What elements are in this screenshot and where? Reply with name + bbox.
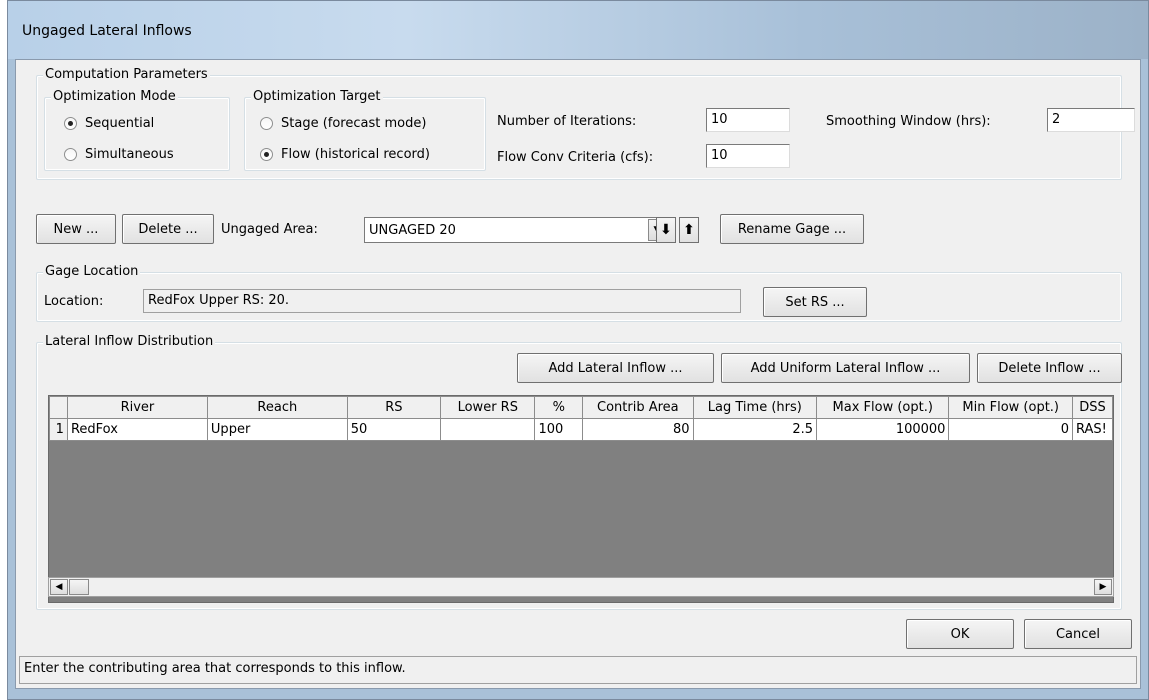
table-header-row: River Reach RS Lower RS % Contrib Area L… [49,396,1113,419]
table-cell[interactable]: Upper [206,418,348,441]
radio-stage-label: Stage (forecast mode) [281,116,427,131]
dialog-window: Ungaged Lateral Inflows Computation Para… [7,0,1149,700]
smoothing-input[interactable]: 2 [1047,108,1135,132]
radio-simultaneous[interactable]: Simultaneous [64,147,174,162]
table-cell[interactable]: 50 [346,418,442,441]
delete-button[interactable]: Delete ... [122,214,214,244]
column-header[interactable]: Max Flow (opt.) [816,396,950,419]
table-cell[interactable]: 2.5 [692,418,818,441]
cancel-button[interactable]: Cancel [1024,619,1132,649]
location-field: RedFox Upper RS: 20. [143,289,741,313]
ungaged-area-value: UNGAGED 20 [369,222,456,238]
table-cell[interactable]: 100000 [816,418,950,441]
scroll-right-icon[interactable]: ▶ [1094,579,1112,595]
gage-location-label: Gage Location [43,264,141,280]
horizontal-scrollbar[interactable]: ◀ ▶ [48,577,1114,597]
radio-dot[interactable] [260,148,273,161]
radio-dot[interactable] [64,148,77,161]
radio-dot[interactable] [64,117,77,130]
table-cell[interactable]: 100 [534,418,584,441]
inflow-table[interactable]: River Reach RS Lower RS % Contrib Area L… [49,396,1113,441]
column-header[interactable]: Lag Time (hrs) [692,396,818,419]
column-header[interactable]: DSS [1071,396,1113,419]
ungaged-area-select[interactable]: UNGAGED 20 ▼ [364,217,668,243]
table-cell[interactable]: 80 [582,418,694,441]
ungaged-area-label: Ungaged Area: [221,222,318,237]
column-header[interactable]: River [66,396,208,419]
table-cell[interactable]: RedFox [66,418,208,441]
down-arrow-icon[interactable]: ⬇ [656,217,676,243]
radio-sequential-label: Sequential [85,116,155,131]
column-header[interactable]: Min Flow (opt.) [948,396,1073,419]
flow-conv-label: Flow Conv Criteria (cfs): [497,150,654,165]
column-header[interactable] [49,396,68,419]
computation-parameters-label: Computation Parameters [43,67,210,83]
column-header[interactable]: Reach [206,396,348,419]
window-title: Ungaged Lateral Inflows [22,23,192,39]
add-uniform-lateral-inflow-button[interactable]: Add Uniform Lateral Inflow ... [721,353,970,383]
table-row[interactable]: 1 RedFox Upper 50 100 80 2.5 100000 0 RA… [49,418,1113,441]
dialog-client: Computation Parameters Optimization Mode… [15,59,1141,689]
radio-flow-label: Flow (historical record) [281,147,430,162]
optimization-mode-label: Optimization Mode [51,89,178,105]
radio-dot[interactable] [260,117,273,130]
table-cell[interactable]: RAS! [1071,418,1113,441]
status-bar: Enter the contributing area that corresp… [19,656,1137,684]
iterations-label: Number of Iterations: [497,114,637,129]
title-bar[interactable]: Ungaged Lateral Inflows [8,1,1148,59]
radio-sequential[interactable]: Sequential [64,116,154,131]
delete-inflow-button[interactable]: Delete Inflow ... [977,353,1122,383]
optimization-target-label: Optimization Target [251,89,383,105]
add-lateral-inflow-button[interactable]: Add Lateral Inflow ... [517,353,714,383]
iterations-input[interactable]: 10 [706,108,790,132]
flow-conv-input[interactable]: 10 [706,144,790,168]
inflow-table-container: River Reach RS Lower RS % Contrib Area L… [48,395,1114,603]
radio-flow[interactable]: Flow (historical record) [260,147,430,162]
row-number[interactable]: 1 [49,418,68,441]
scroll-left-icon[interactable]: ◀ [50,579,68,595]
ok-button[interactable]: OK [906,619,1014,649]
column-header[interactable]: RS [346,396,442,419]
location-label: Location: [44,294,104,309]
column-header[interactable]: Lower RS [440,396,536,419]
smoothing-label: Smoothing Window (hrs): [826,114,991,129]
rename-gage-button[interactable]: Rename Gage ... [720,214,864,244]
table-cell[interactable]: 0 [948,418,1073,441]
column-header[interactable]: % [534,396,584,419]
table-cell[interactable] [440,418,536,441]
up-arrow-icon[interactable]: ⬆ [679,217,699,243]
column-header[interactable]: Contrib Area [582,396,694,419]
radio-simultaneous-label: Simultaneous [85,147,174,162]
set-rs-button[interactable]: Set RS ... [763,287,867,317]
lateral-inflow-distribution-label: Lateral Inflow Distribution [43,334,216,350]
new-button[interactable]: New ... [36,214,116,244]
scroll-thumb[interactable] [69,579,89,595]
radio-stage[interactable]: Stage (forecast mode) [260,116,426,131]
